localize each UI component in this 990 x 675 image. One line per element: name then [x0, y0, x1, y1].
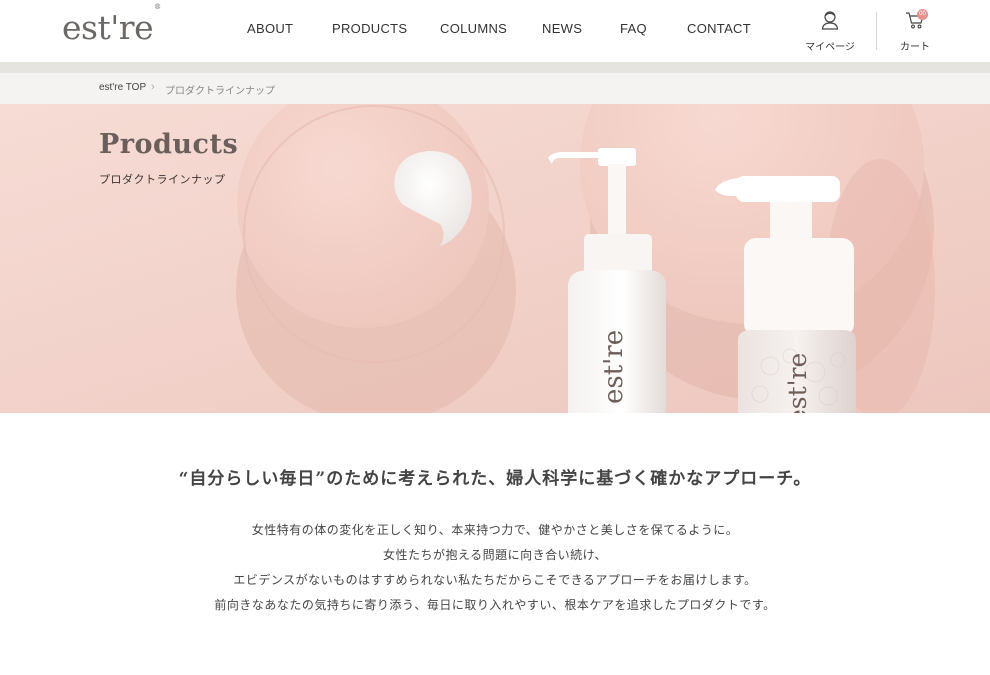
intro-line: エビデンスがないものはすすめられない私たちだからこそできるアプローチをお届けしま… [233, 573, 757, 587]
intro-line: 前向きなあなたの気持ちに寄り添う、毎日に取り入れやすい、根本ケアを追求したプロダ… [214, 598, 776, 612]
breadcrumb-current: プロダクトラインナップ [165, 86, 275, 97]
cart-button[interactable]: 00 カート [895, 9, 935, 53]
nav-products[interactable]: PRODUCTS [332, 21, 407, 36]
nav-contact[interactable]: CONTACT [687, 21, 751, 36]
nav-about[interactable]: ABOUT [247, 21, 293, 36]
chevron-right-icon: › [151, 81, 155, 93]
intro-body: 女性特有の体の変化を正しく知り、本来持つ力で、健やかさと美しさを保てるように。 … [0, 518, 990, 618]
bottle-logo: est're [599, 330, 629, 404]
nav-columns[interactable]: COLUMNS [440, 21, 507, 36]
intro-heading: “自分らしい毎日”のために考えられた、婦人科学に基づく確かなアプローチ。 [178, 469, 812, 489]
page-subtitle: プロダクトラインナップ [99, 174, 226, 186]
cart-count-badge: 00 [917, 9, 928, 20]
mypage-label: マイページ [805, 42, 855, 53]
cart-label: カート [900, 42, 930, 53]
intro-line: 女性たちが抱える問題に向き合い続け、 [382, 548, 608, 562]
page-title: Products [99, 129, 239, 160]
header-band [0, 62, 990, 73]
bottle-logo: est're [783, 353, 812, 413]
breadcrumb-home-link[interactable]: est're TOP [99, 82, 146, 93]
mypage-button[interactable]: マイページ [800, 10, 860, 53]
breadcrumb: est're TOP › プロダクトラインナップ [0, 73, 990, 104]
user-icon [821, 11, 839, 34]
header-divider [876, 12, 877, 50]
nav-faq[interactable]: FAQ [620, 21, 647, 36]
hero-banner: est're est're Products プロダクトラインナップ [0, 104, 990, 413]
site-header: est're® ABOUT PRODUCTS COLUMNS NEWS FAQ … [0, 0, 990, 62]
nav-news[interactable]: NEWS [542, 21, 582, 36]
intro-line: 女性特有の体の変化を正しく知り、本来持つ力で、健やかさと美しさを保てるように。 [251, 523, 739, 537]
